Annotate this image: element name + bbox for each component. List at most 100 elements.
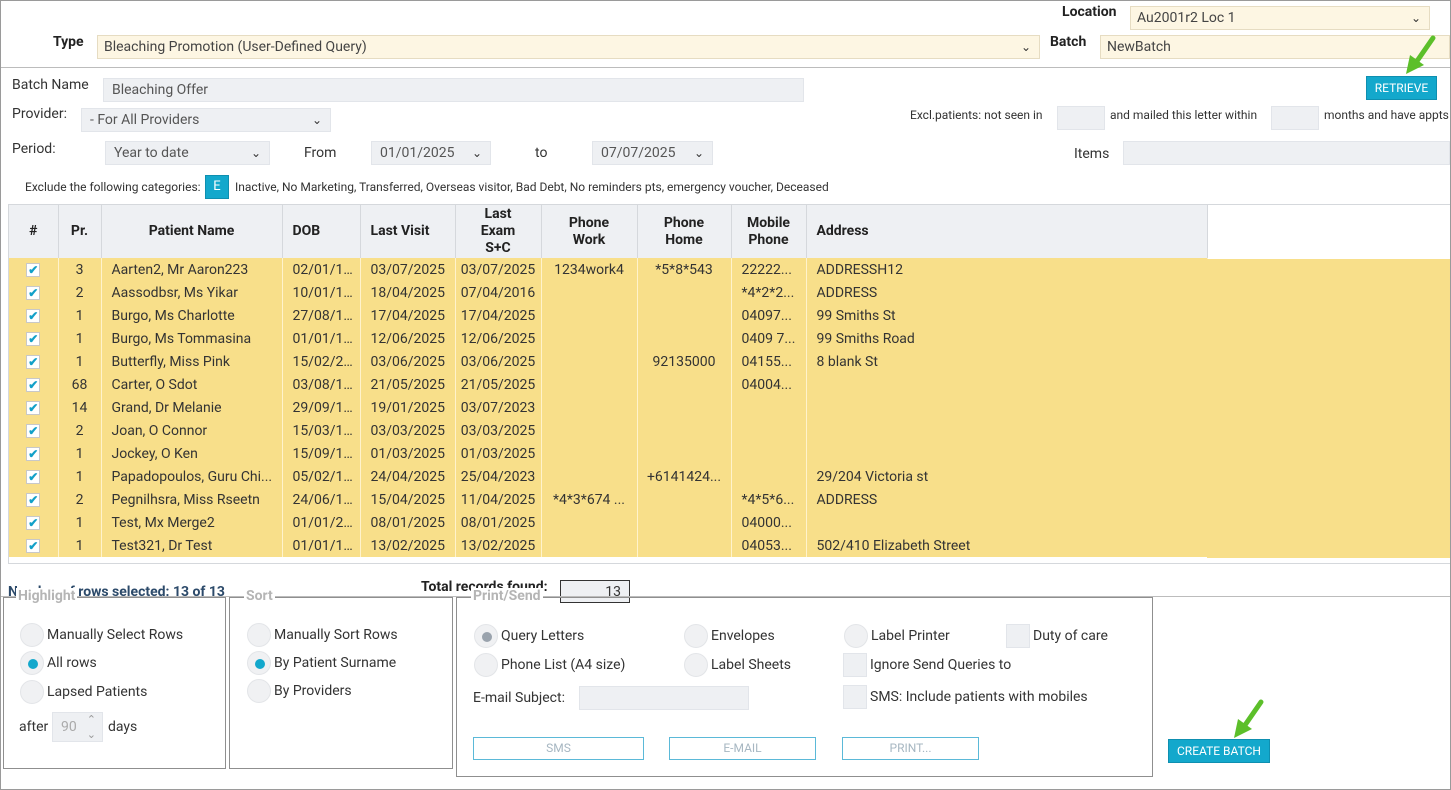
cell-patient-name: Aassodbsr, Ms Yikar: [101, 281, 283, 304]
col-header-patient-name[interactable]: Patient Name: [101, 205, 283, 258]
cell-mobile-phone: [731, 419, 807, 442]
table-row[interactable]: ✔ 1 Papadopoulos, Guru Chi... 05/02/199 24/0…: [9, 465, 1208, 488]
cell-provider: 1: [58, 511, 102, 534]
col-header-mobile-phone[interactable]: Mobile Phone: [731, 205, 807, 258]
label-sheets-radio[interactable]: [684, 653, 708, 677]
row-checkbox[interactable]: ✔: [26, 423, 41, 438]
col-header-provider[interactable]: Pr.: [58, 205, 102, 258]
cell-phone-work: [541, 419, 638, 442]
row-checkbox[interactable]: ✔: [26, 400, 41, 415]
row-checkbox[interactable]: ✔: [26, 285, 41, 300]
row-checkbox[interactable]: ✔: [26, 262, 41, 277]
sort-title: Sort: [244, 588, 275, 604]
all-rows-radio[interactable]: [20, 651, 44, 675]
print-button[interactable]: PRINT...: [842, 737, 979, 760]
cell-last-exam: 03/06/2025: [455, 350, 542, 373]
email-button[interactable]: E-MAIL: [669, 737, 816, 760]
exclude-categories-button[interactable]: E: [205, 175, 229, 199]
table-row[interactable]: ✔ 1 Test, Mx Merge2 01/01/200 08/01/2025 08/0…: [9, 511, 1208, 534]
duty-of-care-checkbox[interactable]: [1006, 624, 1030, 648]
table-row[interactable]: ✔ 3 Aarten2, Mr Aaron223 02/01/197 03/07/202…: [9, 258, 1208, 281]
table-row[interactable]: ✔ 2 Pegnilhsra, Miss Rseetn 24/06/198 15/04/…: [9, 488, 1208, 511]
cell-mobile-phone: [731, 396, 807, 419]
period-select[interactable]: Year to date ⌄: [105, 141, 270, 165]
header-line: Home: [665, 231, 703, 248]
duty-of-care-label: Duty of care: [1033, 628, 1108, 644]
location-select[interactable]: Au2001r2 Loc 1 ⌄: [1130, 6, 1430, 30]
batch-select[interactable]: NewBatch: [1100, 35, 1450, 59]
row-checkbox[interactable]: ✔: [26, 492, 41, 507]
row-checkbox[interactable]: ✔: [26, 538, 41, 553]
table-row[interactable]: ✔ 1 Burgo, Ms Tommasina 01/01/197 12/06/2025…: [9, 327, 1208, 350]
table-row[interactable]: ✔ 2 Joan, O Connor 15/03/199 03/03/2025 03/03…: [9, 419, 1208, 442]
provider-select[interactable]: - For All Providers ⌄: [81, 108, 331, 132]
table-row[interactable]: ✔ 68 Carter, O Sdot 03/08/198 21/05/2025 21/0…: [9, 373, 1208, 396]
days-stepper[interactable]: 90 ⌃ ⌄: [52, 712, 103, 742]
cell-address: 29/204 Victoria st: [806, 465, 1208, 488]
header-line: Exam: [480, 223, 516, 239]
from-date-input[interactable]: 01/01/2025 ⌄: [371, 141, 491, 165]
table-row[interactable]: ✔ 1 Butterfly, Miss Pink 15/02/200 03/06/202…: [9, 350, 1208, 373]
create-batch-button[interactable]: CREATE BATCH: [1168, 739, 1270, 763]
cell-phone-home: 92135000: [637, 350, 732, 373]
col-header-number[interactable]: #: [9, 205, 59, 258]
sms-include-checkbox[interactable]: [843, 685, 867, 709]
row-highlight-fill: [1207, 305, 1450, 328]
manual-select-radio[interactable]: [20, 623, 44, 647]
phone-list-radio[interactable]: [474, 653, 498, 677]
table-row[interactable]: ✔ 1 Burgo, Ms Charlotte 27/08/199 17/04/2025…: [9, 304, 1208, 327]
table-row[interactable]: ✔ 14 Grand, Dr Melanie 29/09/198 19/01/2025 0…: [9, 396, 1208, 419]
cell-mobile-phone: [731, 465, 807, 488]
col-header-dob[interactable]: DOB: [282, 205, 361, 258]
col-header-last-exam[interactable]: Last Exam S+C: [455, 205, 542, 258]
batch-name-input[interactable]: Bleaching Offer: [103, 78, 804, 102]
cell-last-exam: 21/05/2025: [455, 373, 542, 396]
row-checkbox[interactable]: ✔: [26, 446, 41, 461]
cell-mobile-phone: 22222...: [731, 258, 807, 281]
cell-phone-home: [637, 419, 732, 442]
chevron-down-icon[interactable]: ⌄: [87, 721, 96, 749]
lapsed-patients-radio[interactable]: [20, 680, 44, 704]
row-highlight-fill: [1207, 466, 1450, 489]
table-row[interactable]: ✔ 2 Aassodbsr, Ms Yikar 10/01/197 18/04/2025…: [9, 281, 1208, 304]
col-header-address[interactable]: Address: [806, 205, 1208, 258]
cell-phone-work: [541, 373, 638, 396]
row-checkbox[interactable]: ✔: [26, 377, 41, 392]
cell-patient-name: Test321, Dr Test: [101, 534, 283, 557]
label-printer-radio[interactable]: [844, 624, 868, 648]
sort-by-providers-radio[interactable]: [247, 679, 271, 703]
col-header-last-visit[interactable]: Last Visit: [360, 205, 456, 258]
row-checkbox[interactable]: ✔: [26, 515, 41, 530]
to-date-input[interactable]: 07/07/2025 ⌄: [592, 141, 713, 165]
items-input[interactable]: [1123, 141, 1450, 165]
excl-label: Excl.patients: not seen in: [910, 108, 1043, 122]
query-letters-radio[interactable]: [474, 624, 498, 648]
green-arrow-icon: [1406, 35, 1436, 74]
email-subject-input[interactable]: [579, 686, 749, 710]
table-row[interactable]: ✔ 1 Jockey, O Ken 15/09/197 01/03/2025 01/03/…: [9, 442, 1208, 465]
manual-sort-radio[interactable]: [247, 623, 271, 647]
cell-patient-name: Pegnilhsra, Miss Rseetn: [101, 488, 283, 511]
mailed-months-input[interactable]: [1271, 106, 1319, 130]
ignore-send-checkbox[interactable]: [843, 653, 867, 677]
cell-phone-home: [637, 511, 732, 534]
cell-patient-name: Jockey, O Ken: [101, 442, 283, 465]
excl-months-input[interactable]: [1057, 106, 1105, 130]
envelopes-radio[interactable]: [684, 624, 708, 648]
sms-button[interactable]: SMS: [473, 737, 644, 760]
cell-last-exam: 08/01/2025: [455, 511, 542, 534]
row-checkbox[interactable]: ✔: [26, 331, 41, 346]
row-checkbox[interactable]: ✔: [26, 308, 41, 323]
row-checkbox[interactable]: ✔: [26, 469, 41, 484]
location-label: Location: [1062, 4, 1117, 20]
cell-last-visit: 21/05/2025: [360, 373, 456, 396]
retrieve-button[interactable]: RETRIEVE: [1366, 76, 1437, 100]
col-header-phone-home[interactable]: Phone Home: [637, 205, 732, 258]
cell-dob: 01/01/200: [282, 511, 361, 534]
table-row[interactable]: ✔ 1 Test321, Dr Test 01/01/199 13/02/2025 13/…: [9, 534, 1208, 557]
cell-select: ✔: [9, 442, 59, 465]
sort-by-surname-radio[interactable]: [247, 651, 271, 675]
type-select[interactable]: Bleaching Promotion (User-Defined Query)…: [97, 35, 1040, 59]
col-header-phone-work[interactable]: Phone Work: [541, 205, 638, 258]
row-checkbox[interactable]: ✔: [26, 354, 41, 369]
